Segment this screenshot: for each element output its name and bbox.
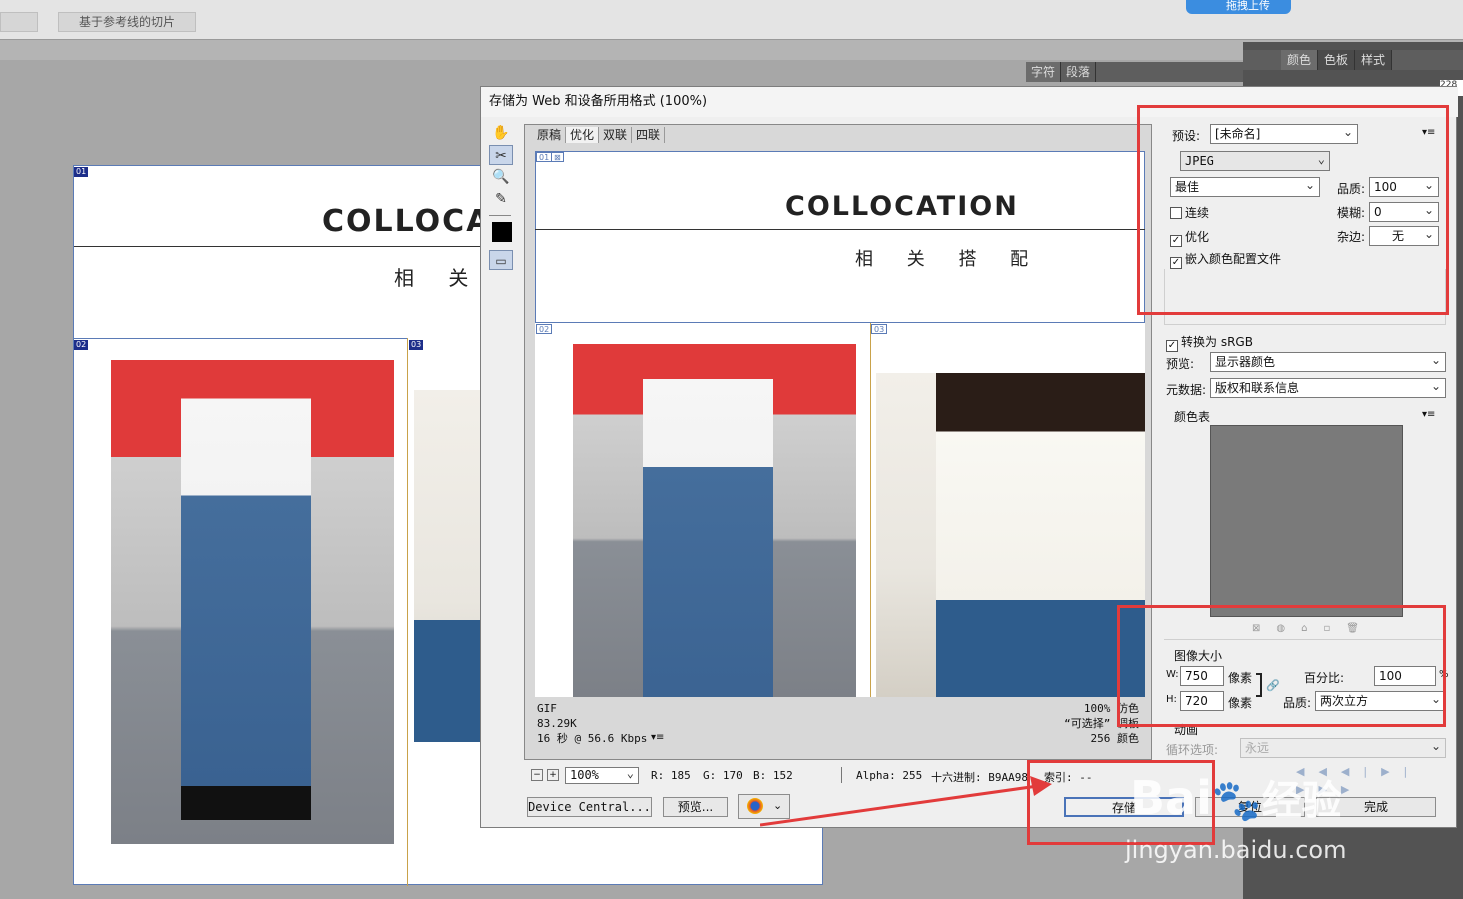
color-panel-tabs: 颜色 色板 样式 [1243,50,1463,70]
loop-label: 循环选项: [1166,743,1219,757]
canvas-brand: COLLOCA [322,204,492,239]
slice-tag-02: 02 [536,324,553,334]
tab-swatches[interactable]: 色板 [1318,50,1356,70]
options-bar: 基于参考线的切片 拖拽上传 [0,0,1463,40]
convert-srgb-label: 转换为 sRGB [1181,335,1253,349]
options-field[interactable] [0,12,38,32]
tab-4up[interactable]: 四联 [632,127,666,143]
tab-character[interactable]: 字符 [1026,62,1062,82]
preview-photo-2 [876,373,1145,697]
tab-styles[interactable]: 样式 [1355,50,1393,70]
color-table-menu-icon[interactable]: ▾≡ [1422,409,1435,420]
preview-photo-1 [573,344,856,697]
slice-tag-01: 01 [536,152,553,162]
slice-tag-02: 02 [74,340,89,350]
preview-image[interactable]: 01 ⊠ COLLOCATION 相 关 搭 配 02 03 [535,151,1145,697]
annotation-box-format [1137,105,1449,315]
status-r: R: 185 [651,769,691,782]
tab-paragraph[interactable]: 段落 [1061,62,1097,82]
zoom-select[interactable]: 100% [565,766,639,784]
slice-tag-03: 03 [409,340,424,350]
upload-label: 拖拽上传 [1226,0,1270,12]
preview-brand: COLLOCATION [785,191,1019,222]
preview-divider [535,229,1145,230]
zoom-out-button[interactable]: − [531,769,543,781]
hand-tool-icon[interactable]: ✋ [489,123,513,143]
info-menu-icon[interactable]: ▾≡ [651,732,664,743]
preview-button[interactable]: 预览... [663,797,728,817]
convert-srgb-option[interactable]: ✓ 转换为 sRGB [1166,333,1253,352]
slice-tag-01: 01 [74,167,89,177]
character-panel-tabs: 字符 段落 [1026,62,1243,82]
slice-01-frame [535,151,1145,323]
info-format: GIF [537,702,557,715]
slice-border [870,323,871,697]
eyedropper-tool-icon[interactable]: ✎ [489,189,513,209]
tab-original[interactable]: 原稿 [533,127,567,143]
optimized-info-left: GIF 83.29K 16 秒 @ 56.6 Kbps [537,701,647,746]
convert-srgb-checkbox[interactable]: ✓ [1166,340,1178,352]
upload-badge[interactable]: 拖拽上传 [1186,0,1291,14]
info-size: 83.29K [537,717,577,730]
metadata-select[interactable]: 版权和联系信息 [1210,377,1446,398]
watermark-brand-text: Bai [1130,771,1212,825]
annotation-box-size [1117,605,1446,727]
info-time: 16 秒 @ 56.6 Kbps [537,732,648,745]
preview-pane: 原稿 优化 双联 四联 01 ⊠ COLLOCATION 相 关 搭 配 02 03 … [524,124,1152,760]
color-table-label: 颜色表 [1174,410,1211,424]
info-colors: 256 颜色 [1090,732,1140,745]
slice-tag-03: 03 [871,324,888,334]
loop-select[interactable]: 永远 [1240,737,1446,758]
model-figure [643,344,773,697]
color-table[interactable] [1210,425,1403,617]
tab-color[interactable]: 颜色 [1281,50,1319,70]
model-figure-2 [936,373,1145,697]
watermark-url: jingyan.baidu.com [1125,836,1347,864]
paw-icon: 🐾 [1211,778,1262,824]
model-photo-2 [414,390,484,742]
slice-select-tool-icon[interactable]: ✂ [489,145,513,165]
tab-optimized[interactable]: 优化 [566,127,600,143]
slice-border [74,338,408,339]
toolbox-divider [489,215,511,216]
slices-from-guides-button[interactable]: 基于参考线的切片 [58,12,196,32]
slice-options-icon: ⊠ [551,152,564,162]
zoom-tool-icon[interactable]: 🔍 [489,167,513,187]
jeans [414,620,484,742]
model-figure [181,360,311,844]
metadata-label: 元数据: [1166,383,1207,397]
tab-2up[interactable]: 双联 [599,127,633,143]
device-central-button[interactable]: Device Central... [527,797,652,817]
preview-select[interactable]: 显示器颜色 [1210,351,1446,372]
eyedropper-color-swatch[interactable] [492,222,512,242]
view-tabs: 原稿 优化 双联 四联 [533,127,666,143]
toggle-slices-icon[interactable]: ▭ [489,250,513,270]
model-photo-1 [111,360,394,844]
preview-label: 预览: [1166,357,1195,371]
annotation-arrow [760,776,1052,827]
zoom-in-button[interactable]: + [547,769,559,781]
watermark-brand: Bai🐾经验 [1130,768,1342,826]
preview-subtitle: 相 关 搭 配 [855,249,1043,270]
slice-border [407,338,408,886]
status-g: G: 170 [703,769,743,782]
watermark-brand-text-2: 经验 [1261,778,1342,824]
